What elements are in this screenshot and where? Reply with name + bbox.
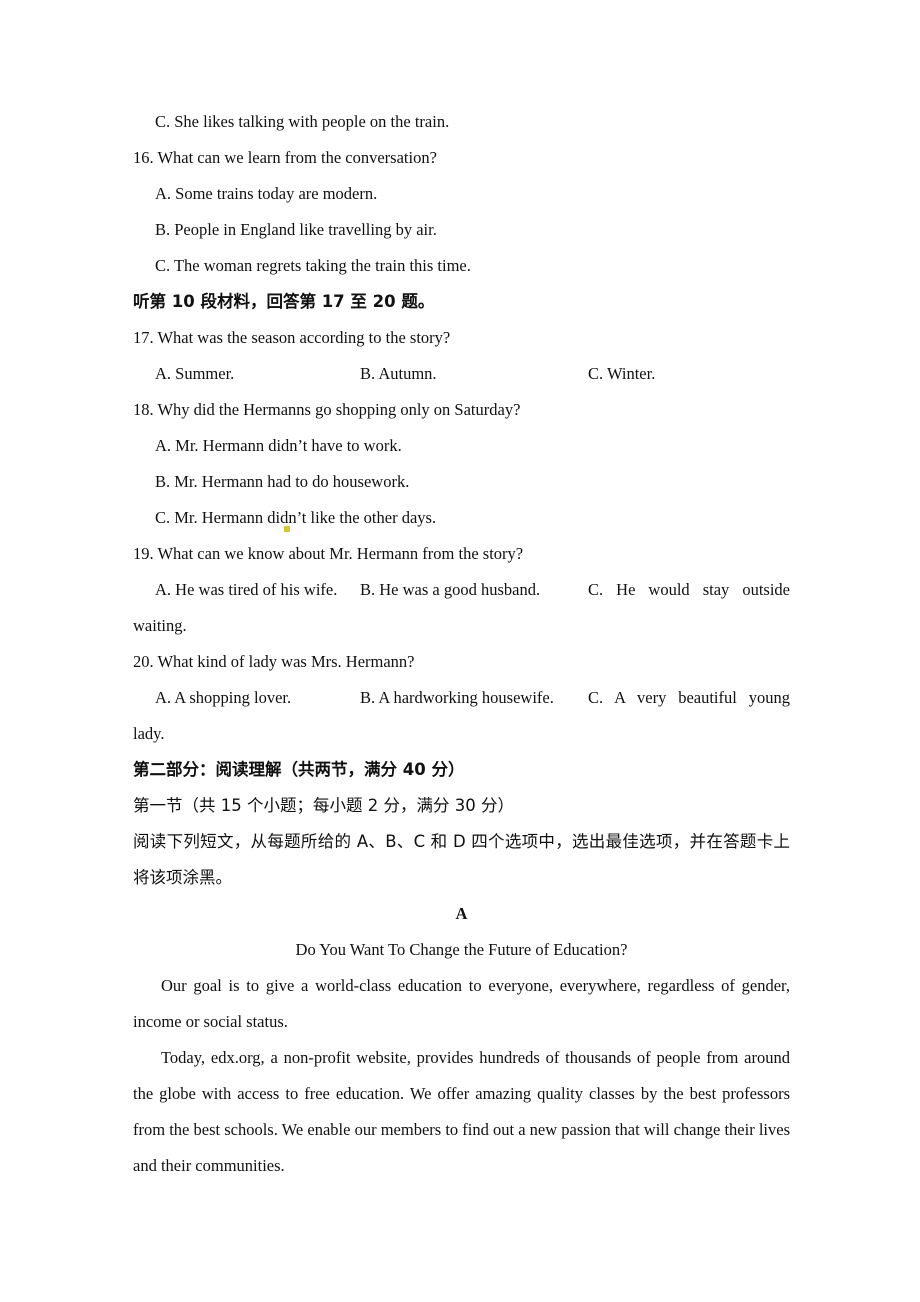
part-two-instructions: 阅读下列短文，从每题所给的 A、B、C 和 D 四个选项中，选出最佳选项，并在答… <box>133 832 790 887</box>
question-19-options: A. He was tired of his wife. B. He was a… <box>133 572 790 608</box>
question-20-option-a: A. A shopping lover. <box>155 688 292 707</box>
scan-artifact-mark <box>284 526 290 532</box>
question-16-option-a: A. Some trains today are modern. <box>155 184 378 203</box>
question-20-option-b: B. A hardworking housewife. <box>360 688 554 707</box>
document-page: C. She likes talking with people on the … <box>0 0 920 1302</box>
question-17-option-c: C. Winter. <box>588 364 656 383</box>
question-19-option-b: B. He was a good husband. <box>360 580 541 599</box>
passage-a-paragraph-2: Today, edx.org, a non-profit website, pr… <box>133 1048 790 1175</box>
question-16-option-c: C. The woman regrets taking the train th… <box>155 256 471 275</box>
question-17-option-b: B. Autumn. <box>360 364 437 383</box>
question-17-stem: 17. What was the season according to the… <box>133 328 451 347</box>
part-two-section-one-heading: 第一节（共 15 个小题；每小题 2 分，满分 30 分） <box>133 796 514 815</box>
question-16-option-b: B. People in England like travelling by … <box>155 220 437 239</box>
question-19-option-a: A. He was tired of his wife. <box>155 580 338 599</box>
passage-a-title: Do You Want To Change the Future of Educ… <box>295 940 628 959</box>
question-17-options: A. Summer. B. Autumn. C. Winter. <box>133 356 790 392</box>
question-19-option-c: C. He would stay outside <box>588 580 790 599</box>
question-17-option-a: A. Summer. <box>155 364 235 383</box>
question-15-option-c: C. She likes talking with people on the … <box>155 112 450 131</box>
page-content: C. She likes talking with people on the … <box>133 104 790 1184</box>
question-18-option-c: C. Mr. Hermann didn’t like the other day… <box>155 508 437 527</box>
question-20-option-c: C. A very beautiful young <box>588 688 790 707</box>
part-two-heading: 第二部分：阅读理解（共两节，满分 40 分） <box>133 760 465 779</box>
question-20-options: A. A shopping lover. B. A hardworking ho… <box>133 680 790 716</box>
question-20-stem: 20. What kind of lady was Mrs. Hermann? <box>133 652 415 671</box>
question-19-option-c-continuation: waiting. <box>133 616 187 635</box>
question-20-option-c-continuation: lady. <box>133 724 165 743</box>
listening-section-heading-10: 听第 10 段材料，回答第 17 至 20 题。 <box>133 292 435 311</box>
passage-a-paragraph-1: Our goal is to give a world-class educat… <box>133 976 790 1031</box>
question-18-option-b: B. Mr. Hermann had to do housework. <box>155 472 410 491</box>
question-18-option-a: A. Mr. Hermann didn’t have to work. <box>155 436 402 455</box>
question-16-stem: 16. What can we learn from the conversat… <box>133 148 437 167</box>
passage-a-letter: A <box>455 904 468 923</box>
question-19-stem: 19. What can we know about Mr. Hermann f… <box>133 544 524 563</box>
question-18-stem: 18. Why did the Hermanns go shopping onl… <box>133 400 521 419</box>
